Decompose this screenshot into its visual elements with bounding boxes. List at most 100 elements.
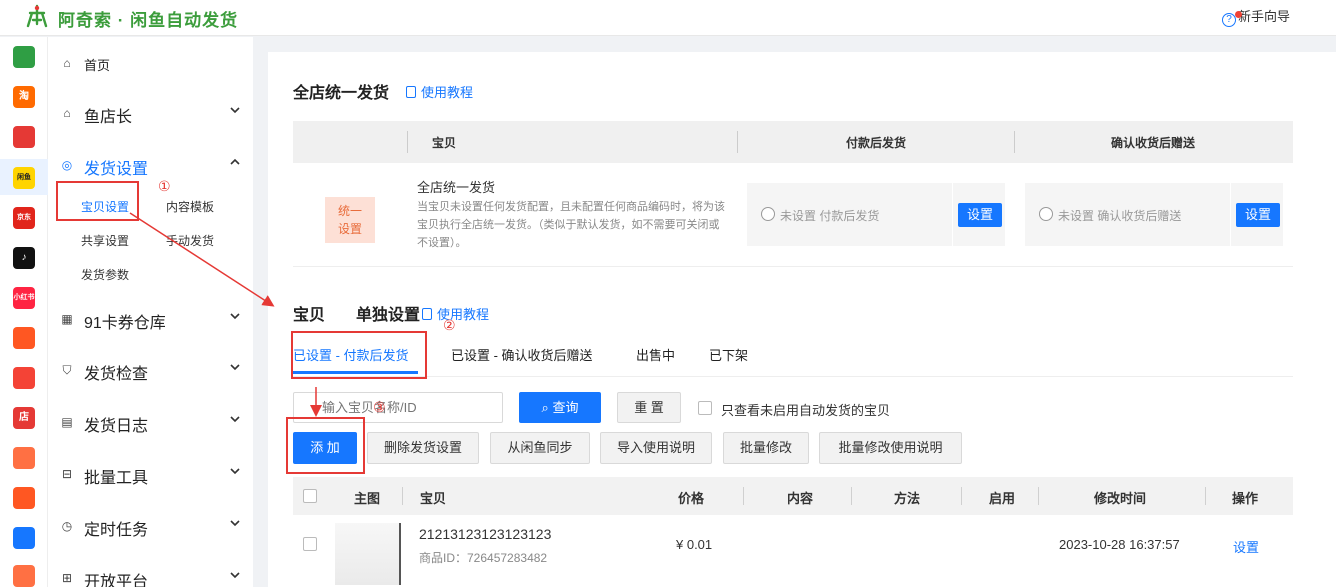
after-confirm-radio[interactable] (1039, 207, 1053, 221)
douyin-icon[interactable]: ♪ (13, 247, 35, 269)
nav-open-platform[interactable]: ⊞ 开放平台 (60, 566, 240, 587)
items-table-header: 主图 宝贝 价格 内容 方法 启用 修改时间 操作 (293, 477, 1293, 515)
qr-icon: ▦ (61, 312, 73, 326)
chevron-down-icon (230, 468, 240, 475)
nav-scheduled-tasks[interactable]: ◷ 定时任务 (60, 514, 240, 540)
subnav-content-template[interactable]: 内容模板 (166, 198, 214, 215)
nav-batch-tools[interactable]: ⊟ 批量工具 (60, 462, 240, 488)
row-set-link[interactable]: 设置 (1233, 537, 1259, 556)
column-divider (851, 487, 852, 505)
grid-icon[interactable] (13, 46, 35, 68)
after-pay-radio[interactable] (761, 207, 775, 221)
subnav-delivery-params[interactable]: 发货参数 (81, 266, 129, 283)
nav-delivery-settings[interactable]: ◎ 发货设置 (60, 153, 240, 179)
after-confirm-set-button[interactable]: 设置 (1236, 203, 1280, 227)
column-divider (1205, 487, 1206, 505)
col-item: 宝贝 (420, 491, 447, 506)
link-app-icon[interactable] (13, 527, 35, 549)
setting-divider (1230, 183, 1231, 246)
jd-icon[interactable]: 京东 (13, 207, 35, 229)
global-table-header: 宝贝 付款后发货 确认收货后赠送 (293, 121, 1293, 163)
annotation-two: ② (443, 317, 456, 333)
annotation-three: ③ (373, 399, 386, 415)
store-icon[interactable]: 店 (13, 407, 35, 429)
col-enabled: 启用 (989, 491, 1016, 506)
chevron-down-icon (230, 520, 240, 527)
xianyu-icon[interactable]: 闲鱼 (13, 167, 35, 189)
nav-delivery-check[interactable]: ⛉ 发货检查 (60, 358, 240, 384)
batch-edit-instructions-button[interactable]: 批量修改使用说明 (819, 432, 962, 464)
item-product-id: 商品ID：726457283482 (419, 551, 548, 565)
tab-after-confirm[interactable]: 已设置 - 确认收货后赠送 (451, 345, 593, 364)
row-checkbox[interactable] (303, 537, 317, 551)
subnav-manual-delivery[interactable]: 手动发货 (166, 232, 214, 249)
col-price: 价格 (678, 491, 705, 506)
column-divider (1014, 131, 1015, 153)
nav-delivery-settings-label: 发货设置 (84, 161, 149, 178)
column-divider (743, 487, 744, 505)
heart-icon[interactable] (13, 126, 35, 148)
query-button[interactable]: ⌕ 查询 (519, 392, 601, 423)
after-pay-status: 未设置 付款后发货 (780, 209, 880, 223)
col-method: 方法 (894, 491, 921, 506)
delete-delivery-button[interactable]: 删除发货设置 (367, 432, 479, 464)
main-panel: 全店统一发货 使用教程 宝贝 付款后发货 确认收货后赠送 统一 设置 全店统一发货… (268, 52, 1336, 587)
settings-icon: ◎ (61, 158, 73, 172)
app-title: 阿奇索 · 闲鱼自动发货 (58, 11, 239, 30)
nav-home-label: 首页 (84, 58, 111, 73)
thumb-icon[interactable] (13, 367, 35, 389)
nav-delivery-log[interactable]: ▤ 发货日志 (60, 410, 240, 436)
annotation-box-baobei (56, 181, 139, 221)
guide-label: 新手向导 (1238, 9, 1291, 24)
taobao-icon[interactable]: 淘 (13, 86, 35, 108)
item-tabs: 已设置 - 付款后发货 已设置 - 确认收货后赠送 出售中 已下架 (293, 341, 1293, 377)
nav-card-warehouse[interactable]: ▦ 91卡券仓库 (60, 307, 240, 333)
batch-edit-button[interactable]: 批量修改 (723, 432, 809, 464)
import-instructions-button[interactable]: 导入使用说明 (600, 432, 712, 464)
nav-home[interactable]: ⌂ 首页 (60, 51, 240, 77)
tab-off-shelf[interactable]: 已下架 (709, 345, 748, 364)
unified-badge-line1: 统一 (337, 204, 362, 218)
unified-badge-line2: 设置 (337, 222, 362, 236)
tab-on-sale[interactable]: 出售中 (636, 345, 675, 364)
query-label: 查询 (552, 400, 579, 415)
app-rail: 淘闲鱼京东 ♪ 小红书店 (0, 37, 48, 587)
nav-yu-dianzhang[interactable]: ⌂ 鱼店长 (60, 101, 240, 127)
nav-scheduled-tasks-label: 定时任务 (84, 522, 149, 539)
apps-icon: ⊞ (61, 571, 73, 585)
guide-link[interactable]: ? 新手向导 (1222, 6, 1291, 27)
subnav-share-settings[interactable]: 共享设置 (81, 232, 129, 249)
shield-icon: ⛉ (62, 363, 72, 377)
reset-button[interactable]: 重 置 (617, 392, 681, 423)
chevron-down-icon (230, 313, 240, 320)
after-pay-set-button[interactable]: 设置 (958, 203, 1002, 227)
logo-icon (26, 4, 48, 28)
item-modified-time: 2023-10-28 16:37:57 (1059, 537, 1180, 552)
toolbox-icon: ⊟ (61, 467, 73, 481)
unified-settings-badge: 统一 设置 (325, 197, 375, 243)
column-divider (402, 487, 403, 505)
col-content: 内容 (787, 491, 814, 506)
circle-app-icon[interactable] (13, 327, 35, 349)
sync-xianyu-button[interactable]: 从闲鱼同步 (490, 432, 590, 464)
col-baobei: 宝贝 (432, 136, 457, 150)
xiaohongshu-icon[interactable]: 小红书 (13, 287, 35, 309)
chevron-down-icon (230, 364, 240, 371)
only-disabled-checkbox[interactable] (698, 401, 712, 415)
col-after-pay: 付款后发货 (846, 136, 907, 150)
doc-app-icon[interactable] (13, 565, 35, 587)
global-tutorial-label: 使用教程 (421, 85, 474, 100)
column-divider (961, 487, 962, 505)
bag-icon[interactable] (13, 447, 35, 469)
nav-card-warehouse-label: 91卡券仓库 (84, 315, 166, 332)
shop-icon[interactable] (13, 487, 35, 509)
nav-delivery-check-label: 发货检查 (84, 366, 149, 383)
only-disabled-label: 只查看未启用自动发货的宝贝 (721, 403, 891, 418)
column-divider (407, 131, 408, 153)
global-tutorial-link[interactable]: 使用教程 (406, 82, 473, 101)
global-row-description: 当宝贝未设置任何发货配置，且未配置任何商品编码时，将为该宝贝执行全店统一发货。（… (417, 201, 725, 249)
column-divider (1038, 487, 1039, 505)
select-all-checkbox[interactable] (303, 489, 317, 503)
table-row: 21213123123123123 商品ID：726457283482 ¥ 0.… (293, 515, 1293, 587)
global-row-title: 全店统一发货 (417, 180, 496, 195)
